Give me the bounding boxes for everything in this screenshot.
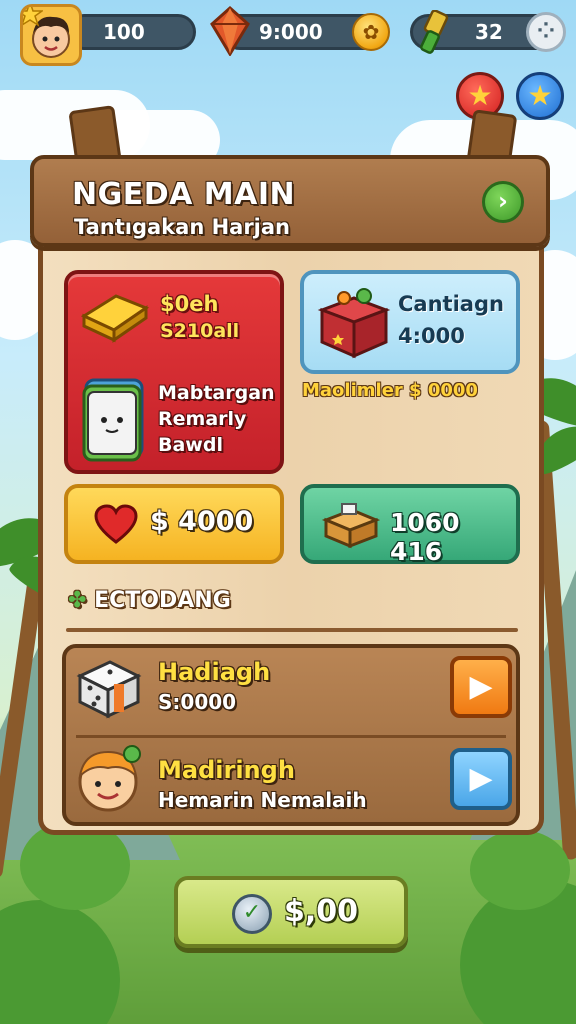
reward-title: Madiringh: [158, 756, 295, 784]
character-face-icon: [78, 745, 141, 812]
next-arrow-button[interactable]: ›: [482, 181, 524, 223]
play-button-orange[interactable]: ▶: [450, 656, 512, 718]
hearts-offer-value: $ 4000: [150, 506, 254, 537]
section-divider: [66, 628, 518, 632]
paintbrush-icon: [420, 10, 449, 54]
section-title: ✤ ECTODANG: [68, 588, 231, 613]
header-plank: NGEDA MAIN Tantıgakan Harjan ›: [30, 155, 550, 247]
player-avatar[interactable]: [20, 4, 82, 66]
red-card-item-line3: Bawdl: [158, 434, 223, 456]
blue-card-line2: 4:000: [398, 324, 465, 348]
crate-offer-value: 1060 416: [390, 508, 460, 566]
collect-button[interactable]: ✓ $,00: [174, 876, 408, 948]
grid-menu-icon[interactable]: ⁘: [526, 12, 566, 52]
coin-icon[interactable]: ✿: [352, 13, 390, 51]
gem-icon: [210, 6, 250, 56]
crate-icon: [322, 503, 380, 549]
clover-icon: ✤: [68, 588, 87, 613]
heart-icon: [94, 504, 138, 544]
tokens-value: 32: [475, 20, 503, 44]
top-bar: 100 9:000 ✿ 32 ⁘ ★ ★: [0, 0, 576, 120]
hearts-offer-card[interactable]: $ 4000: [64, 484, 284, 564]
gold-bar-icon: [80, 294, 150, 343]
blue-star-button[interactable]: ★: [516, 72, 564, 120]
page-subtitle: Tantıgakan Harjan: [74, 215, 290, 239]
blue-card-line1: Cantiagn: [398, 292, 504, 316]
collect-button-label: $,00: [284, 894, 359, 929]
page-title: NGEDA MAIN: [72, 177, 296, 212]
reward-subtitle: Hemarin Nemalaih: [158, 788, 367, 812]
dice-icon: [76, 660, 142, 719]
blue-card-caption: Maolimler $ 0000: [302, 380, 478, 401]
checkmark-icon: ✓: [232, 894, 272, 934]
lives-value: 100: [103, 20, 145, 44]
red-card-item-line1: Mabtargan: [158, 382, 275, 404]
reward-title: Hadiagh: [158, 658, 271, 686]
card-pack-icon: [82, 378, 144, 462]
star-badge-icon: [23, 7, 43, 27]
red-card-line2: S210all: [160, 320, 240, 342]
offer-card-red[interactable]: $0eh S210all Mabtargan Remarly Bawdl: [64, 270, 284, 474]
rewards-separator: [76, 735, 506, 738]
reward-subtitle: S:0000: [158, 690, 237, 714]
red-card-item-line2: Remarly: [158, 408, 247, 430]
section-title-label: ECTODANG: [94, 588, 231, 613]
lives-counter: 100: [66, 14, 196, 50]
play-button-blue[interactable]: ▶: [450, 748, 512, 810]
gift-box-icon: [317, 288, 391, 359]
red-card-line1: $0eh: [160, 292, 219, 316]
crate-offer-card[interactable]: 1060 416: [300, 484, 520, 566]
offer-card-blue[interactable]: Cantiagn 4:000: [300, 270, 520, 374]
gems-value: 9:000: [259, 20, 323, 44]
